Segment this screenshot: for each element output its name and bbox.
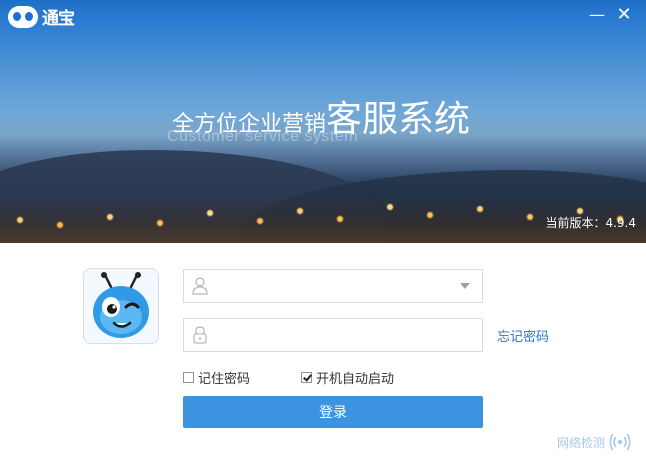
username-input[interactable] bbox=[218, 274, 452, 300]
version-label: 当前版本：4.9.4 bbox=[545, 216, 636, 230]
logo-icon bbox=[8, 5, 38, 28]
app-name: 通宝 bbox=[42, 9, 75, 29]
checkbox-box[interactable] bbox=[183, 372, 194, 383]
header-banner: 通宝 — ✕ 全方位企业营销客服系统 Customer service syst… bbox=[0, 0, 646, 243]
close-button[interactable]: ✕ bbox=[612, 4, 636, 26]
user-icon bbox=[192, 277, 208, 295]
chevron-down-icon[interactable] bbox=[460, 283, 470, 289]
ant-mascot-avatar bbox=[84, 269, 158, 343]
avatar bbox=[83, 268, 159, 344]
title-bar[interactable]: 通宝 — ✕ bbox=[0, 0, 646, 30]
remember-password-checkbox[interactable]: 记住密码 bbox=[183, 368, 250, 387]
minimize-button[interactable]: — bbox=[585, 4, 609, 26]
autostart-checkbox[interactable]: 开机自动启动 bbox=[301, 368, 394, 387]
remember-password-label: 记住密码 bbox=[198, 372, 251, 387]
forgot-password-link[interactable]: 忘记密码 bbox=[497, 326, 549, 345]
network-check-label: 网络检测 bbox=[557, 435, 606, 450]
network-check-link[interactable]: 网络检测 bbox=[557, 433, 631, 451]
password-field[interactable] bbox=[183, 318, 483, 352]
autostart-label: 开机自动启动 bbox=[316, 372, 395, 387]
lock-icon bbox=[193, 326, 207, 344]
login-button[interactable]: 登录 bbox=[183, 396, 483, 428]
password-input[interactable] bbox=[218, 323, 452, 349]
app-logo: 通宝 bbox=[8, 4, 75, 29]
username-field[interactable] bbox=[183, 269, 483, 303]
checkbox-box-checked[interactable] bbox=[301, 372, 312, 383]
signal-icon bbox=[609, 433, 631, 451]
banner-subtitle: Customer service system bbox=[167, 128, 359, 145]
